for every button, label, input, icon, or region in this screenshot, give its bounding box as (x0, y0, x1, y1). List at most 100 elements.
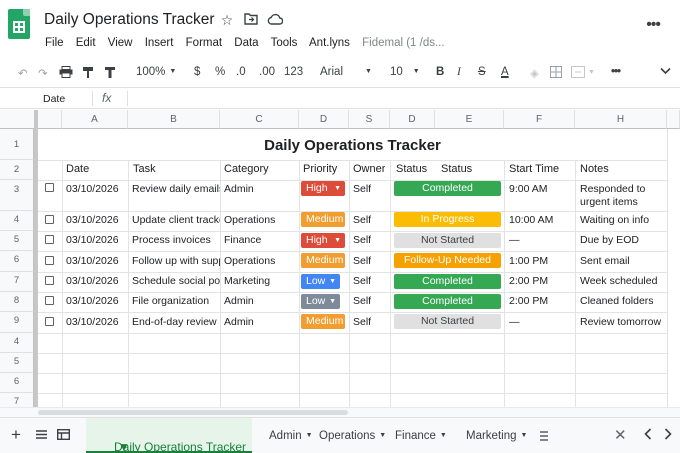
cell-category[interactable]: Finance (224, 234, 261, 246)
row-header-11[interactable]: 5 (0, 353, 34, 373)
tab-daily-operations-tracker[interactable]: Daily Operations Tracker ▼ (86, 418, 252, 453)
cell-owner[interactable]: Self (353, 255, 371, 267)
move-folder-icon[interactable] (243, 12, 259, 28)
menu-format[interactable]: Format (186, 37, 222, 49)
cell-notes[interactable]: Sent email (580, 255, 630, 267)
header-category[interactable]: Category (224, 163, 269, 175)
header-task[interactable]: Task (133, 163, 156, 175)
status-chip[interactable]: Completed (394, 274, 501, 289)
cell-start-time[interactable]: — (509, 316, 520, 328)
column-header-b[interactable]: B (128, 110, 220, 129)
tab-admin[interactable]: Admin ▼ (269, 430, 313, 442)
row-header-6[interactable]: 6 (0, 251, 34, 272)
header-status[interactable]: Status (396, 163, 427, 175)
cell-task[interactable]: Review daily emails (132, 183, 220, 195)
cell-notes[interactable]: Due by EOD (580, 234, 639, 246)
menu-file[interactable]: File (45, 37, 64, 49)
cell-start-time[interactable]: 1:00 PM (509, 255, 548, 267)
cell-owner[interactable]: Self (353, 234, 371, 246)
cell-category[interactable]: Admin (224, 316, 254, 328)
add-sheet-icon[interactable]: + (11, 425, 21, 445)
menu-edit[interactable]: Edit (76, 37, 96, 49)
zoom-select[interactable]: 100% ▼ (136, 66, 176, 78)
priority-chip[interactable]: Medium (301, 253, 345, 268)
cloud-status-icon[interactable] (267, 12, 284, 28)
status-chip[interactable]: Completed (394, 294, 501, 309)
redo-icon[interactable]: ↷ (38, 66, 48, 80)
cell-date[interactable]: 03/10/2026 (66, 234, 119, 246)
column-header[interactable] (38, 110, 62, 129)
column-header-c[interactable]: C (220, 110, 299, 129)
bold-button[interactable]: B (436, 66, 444, 78)
document-title[interactable]: Daily Operations Tracker (44, 11, 215, 29)
cell-task[interactable]: End-of-day review (132, 316, 220, 328)
sheet-title[interactable]: Daily Operations Tracker (38, 129, 667, 160)
strikethrough-button[interactable]: S (478, 66, 486, 78)
column-header-a[interactable]: A (62, 110, 128, 129)
cell-start-time[interactable]: — (509, 234, 520, 246)
header-date[interactable]: Date (66, 163, 89, 175)
cell-date[interactable]: 03/10/2026 (66, 214, 119, 226)
column-header-d2[interactable]: D (390, 110, 435, 129)
undo-icon[interactable]: ↶ (18, 66, 28, 80)
cell-task[interactable]: Update client tracker (132, 214, 220, 226)
cell-category[interactable]: Operations (224, 255, 275, 267)
cell-category[interactable]: Admin (224, 295, 254, 307)
cell-owner[interactable]: Self (353, 275, 371, 287)
cell-owner[interactable]: Self (353, 295, 371, 307)
column-header-d[interactable]: D (299, 110, 349, 129)
task-checkbox[interactable] (45, 215, 54, 224)
column-header[interactable] (667, 110, 680, 129)
priority-chip[interactable]: Medium (301, 212, 345, 227)
cell-owner[interactable]: Self (353, 183, 371, 195)
row-header-1[interactable]: 1 (0, 129, 34, 160)
menu-extensions[interactable]: Ant.lyns (309, 37, 350, 49)
priority-chip[interactable]: High ▼ (301, 233, 345, 248)
cell-task[interactable]: Schedule social posts (132, 275, 220, 287)
chevron-down-icon[interactable]: ▼ (588, 69, 595, 76)
task-checkbox[interactable] (45, 276, 54, 285)
priority-chip[interactable]: Low ▼ (301, 274, 340, 289)
row-header-10[interactable]: 4 (0, 333, 34, 353)
font-size-select[interactable]: 10 ▼ (390, 66, 420, 78)
paint-format-icon[interactable] (82, 66, 94, 82)
cell-notes[interactable]: Review tomorrow (580, 316, 661, 328)
cell-notes[interactable]: Waiting on info (580, 214, 649, 226)
menu-tools[interactable]: Tools (271, 37, 298, 49)
priority-chip[interactable]: Medium (301, 314, 345, 329)
task-checkbox[interactable] (45, 256, 54, 265)
cell-start-time[interactable]: 2:00 PM (509, 295, 548, 307)
row-header-8[interactable]: 8 (0, 292, 34, 312)
print-icon[interactable] (59, 66, 73, 81)
number-format-button[interactable]: 123 (284, 66, 303, 78)
priority-chip[interactable]: High ▼ (301, 181, 345, 196)
row-header-5[interactable]: 5 (0, 231, 34, 251)
fill-color-icon[interactable]: ◈ (530, 66, 539, 80)
priority-chip[interactable]: Low ▼ (301, 294, 340, 309)
cell-start-time[interactable]: 9:00 AM (509, 183, 548, 195)
tab-finance[interactable]: Finance ▼ (395, 430, 447, 442)
currency-format-button[interactable]: $ (194, 66, 200, 78)
status-chip[interactable]: Follow-Up Needed (394, 253, 501, 268)
clear-format-icon[interactable] (104, 66, 116, 82)
last-edit-status[interactable]: Fidemal (1 /ds... (362, 37, 444, 49)
name-box[interactable]: Date (43, 93, 65, 105)
cell-category[interactable]: Operations (224, 214, 275, 226)
header-owner[interactable]: Owner (353, 163, 385, 175)
select-all-corner[interactable] (0, 110, 38, 129)
cell-task[interactable]: Follow up with suppliers (132, 255, 220, 267)
decrease-decimal-button[interactable]: .0 (236, 66, 246, 78)
merge-cells-icon[interactable] (571, 66, 585, 81)
header-notes[interactable]: Notes (580, 163, 609, 175)
cell-category[interactable]: Admin (224, 183, 254, 195)
menu-data[interactable]: Data (234, 37, 258, 49)
header-priority[interactable]: Priority (303, 163, 337, 175)
cell-start-time[interactable]: 10:00 AM (509, 214, 553, 226)
cell-date[interactable]: 03/10/2026 (66, 183, 119, 195)
cell-date[interactable]: 03/10/2026 (66, 316, 119, 328)
menu-view[interactable]: View (108, 37, 133, 49)
cell-date[interactable]: 03/10/2026 (66, 295, 119, 307)
cell-notes-line2[interactable]: urgent items (580, 196, 638, 208)
star-icon[interactable]: ☆ (219, 12, 235, 28)
column-header-s[interactable]: S (349, 110, 390, 129)
